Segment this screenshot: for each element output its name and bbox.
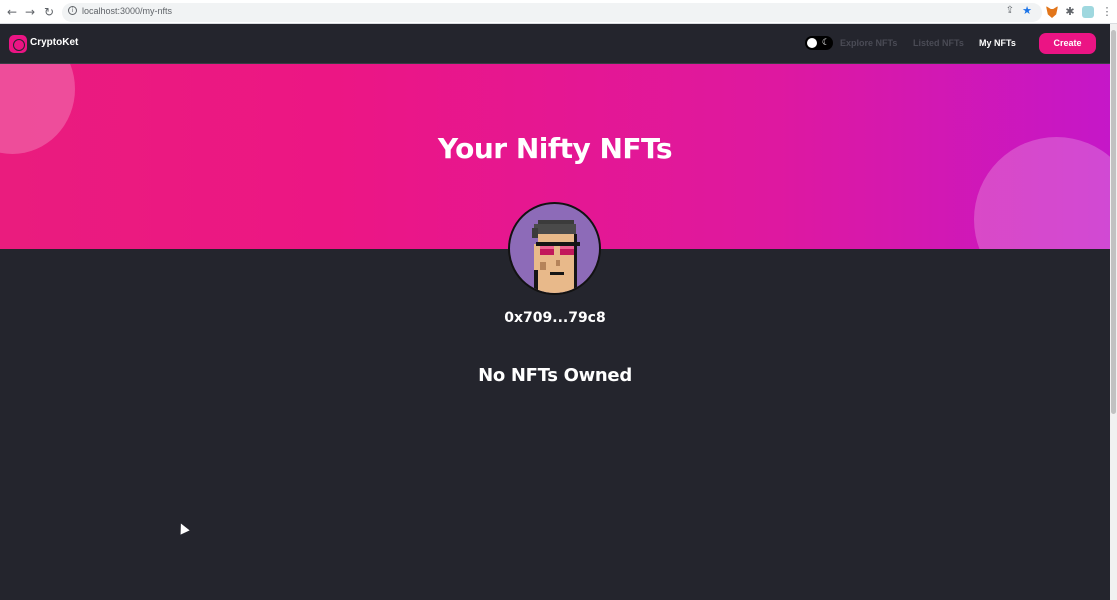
profile-avatar xyxy=(508,202,601,295)
back-icon[interactable]: ← xyxy=(4,4,20,20)
theme-toggle[interactable]: ☾ xyxy=(805,36,833,50)
reload-icon[interactable]: ↻ xyxy=(41,4,57,20)
create-button[interactable]: Create xyxy=(1039,33,1096,54)
pixel-punk-avatar-icon xyxy=(532,220,580,293)
share-icon[interactable]: ⇪ xyxy=(1006,5,1014,16)
extensions-puzzle-icon[interactable]: ✱ xyxy=(1064,6,1076,18)
nav-link-listed-nfts[interactable]: Listed NFTs xyxy=(913,38,964,48)
metamask-extension-icon[interactable] xyxy=(1046,6,1058,18)
wallet-address: 0x709...79c8 xyxy=(504,310,606,326)
bookmark-star-icon[interactable]: ★ xyxy=(1022,4,1032,17)
profile-avatar-icon[interactable] xyxy=(1082,6,1094,18)
toggle-knob xyxy=(807,38,817,48)
mouse-cursor-icon xyxy=(176,521,190,535)
brand-name[interactable]: CryptoKet xyxy=(30,37,78,48)
nav-link-explore-nfts[interactable]: Explore NFTs xyxy=(840,38,897,48)
nav-link-my-nfts[interactable]: My NFTs xyxy=(979,38,1016,48)
empty-state-message: No NFTs Owned xyxy=(478,365,632,386)
url-text[interactable]: localhost:3000/my-nfts xyxy=(82,6,172,16)
browser-toolbar: ← → ↻ i localhost:3000/my-nfts ⇪ ★ ✱ ⋮ xyxy=(0,0,1117,24)
cryptoket-logo-icon[interactable] xyxy=(9,35,27,53)
page-scrollbar[interactable] xyxy=(1110,24,1117,600)
forward-icon[interactable]: → xyxy=(22,4,38,20)
scrollbar-thumb[interactable] xyxy=(1111,30,1116,414)
site-info-icon[interactable]: i xyxy=(68,6,77,15)
moon-icon: ☾ xyxy=(821,38,830,48)
address-bar[interactable]: i localhost:3000/my-nfts ⇪ ★ xyxy=(62,3,1042,22)
page-title: Your Nifty NFTs xyxy=(437,132,673,165)
browser-menu-icon[interactable]: ⋮ xyxy=(1101,6,1113,18)
app-navbar: CryptoKet ☾ Explore NFTs Listed NFTs My … xyxy=(0,24,1110,64)
